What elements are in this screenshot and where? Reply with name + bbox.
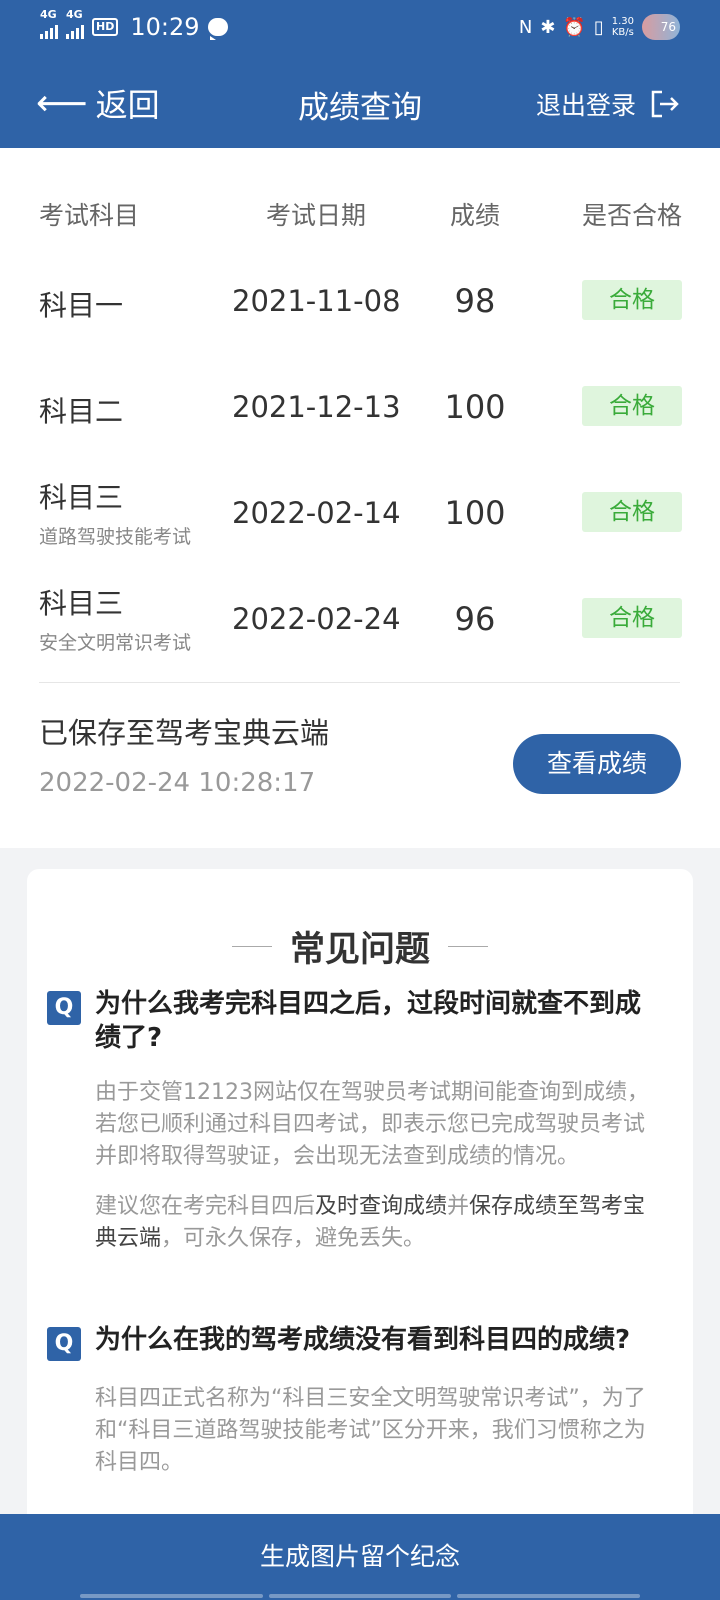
- row-subject: 科目一: [39, 289, 124, 322]
- logout-button[interactable]: 退出登录: [536, 86, 680, 122]
- signal-sim1-icon: 4G: [40, 9, 58, 45]
- signal-sim2-icon: 4G: [66, 9, 84, 45]
- status-badge: 合格: [582, 492, 682, 532]
- faq-answer: 由于交管12123网站仅在驾驶员考试期间能查询到成绩，若您已顺利通过科目四考试，…: [95, 1080, 649, 1169]
- saved-time: 2022-02-24 10:28:17: [39, 768, 316, 798]
- header-pass: 是否合格: [581, 201, 682, 230]
- row-date: 2021-12-13: [232, 390, 401, 424]
- logout-label: 退出登录: [535, 91, 636, 120]
- nav-bar: ⟵ 返回 成绩查询 退出登录: [0, 54, 720, 148]
- faq-question: 为什么我考完科目四之后，过段时间就查不到成绩了?: [95, 989, 642, 1053]
- answer-part: 并: [447, 1194, 470, 1219]
- status-right: N ✱ ⏰ ▯ 1.30 KB/s 76: [519, 14, 680, 40]
- generate-image-label: 生成图片留个纪念: [259, 1542, 460, 1571]
- sim1-label: 4G: [40, 8, 57, 21]
- faq-title: 常见问题: [289, 930, 430, 970]
- back-arrow-icon: ⟵: [36, 82, 88, 124]
- logout-icon: [650, 89, 680, 119]
- answer-part: 建议您在考完科目四后: [95, 1194, 316, 1219]
- faq-card: 常见问题 Q 为什么我考完科目四之后，过段时间就查不到成绩了? 由于交管1212…: [27, 869, 693, 1529]
- table-row: 科目三 安全文明常识考试 2022-02-24 96 合格: [0, 582, 720, 672]
- alarm-icon: ⏰: [563, 16, 586, 38]
- status-left: 4G 4G HD 10:29: [40, 9, 228, 45]
- nfc-icon: N: [518, 16, 533, 38]
- row-score: 100: [444, 388, 506, 426]
- question-icon: Q: [47, 1327, 81, 1361]
- faq-heading: 常见问题: [27, 921, 693, 972]
- faq-line-left: [231, 946, 272, 947]
- row-score: 96: [454, 600, 496, 638]
- table-row: 科目二 2021-12-13 100 合格: [0, 386, 720, 480]
- row-score: 98: [454, 282, 496, 320]
- hd-voice-icon: HD: [92, 18, 119, 36]
- status-bar: 4G 4G HD 10:29 N ✱ ⏰ ▯ 1.30 KB/s 76: [0, 0, 720, 54]
- row-subject-sub: 道路驾驶技能考试: [39, 526, 192, 548]
- bluetooth-icon: ✱: [540, 16, 556, 38]
- table-row: 科目一 2021-11-08 98 合格: [0, 280, 720, 374]
- faq-line-right: [448, 946, 488, 947]
- vibrate-icon: ▯: [593, 16, 604, 38]
- answer-part: ，可永久保存，避免丢失。: [161, 1226, 426, 1251]
- faq-answer: 科目四正式名称为“科目三安全文明驾驶常识考试”，为了和“科目三道路驾驶技能考试”…: [95, 1386, 646, 1475]
- view-scores-button[interactable]: 查看成绩: [513, 734, 681, 794]
- answer-highlight: 及时查询成绩: [315, 1194, 448, 1219]
- faq-item: Q 为什么在我的驾考成绩没有看到科目四的成绩? 科目四正式名称为“科目三安全文明…: [47, 1323, 687, 1479]
- header-subject: 考试科目: [39, 201, 140, 230]
- row-score: 100: [444, 494, 506, 532]
- battery-icon: 76: [642, 14, 680, 40]
- home-indicator: [80, 1594, 641, 1598]
- net-speed-unit: KB/s: [611, 27, 634, 38]
- net-speed-value: 1.30: [611, 16, 634, 27]
- row-date: 2021-11-08: [232, 284, 401, 318]
- faq-answer: 建议您在考完科目四后及时查询成绩并保存成绩至驾考宝典云端，可永久保存，避免丢失。: [95, 1191, 661, 1255]
- message-icon: [207, 18, 228, 40]
- sim2-label: 4G: [66, 8, 83, 21]
- clock: 10:29: [130, 13, 200, 41]
- row-subject: 科目三: [39, 587, 124, 620]
- status-badge: 合格: [582, 598, 682, 638]
- divider: [39, 682, 680, 683]
- header-date: 考试日期: [266, 201, 367, 230]
- row-subject-sub: 安全文明常识考试: [39, 632, 192, 654]
- back-label: 返回: [95, 86, 160, 124]
- row-subject: 科目二: [39, 395, 124, 428]
- question-icon: Q: [47, 991, 81, 1025]
- row-date: 2022-02-14: [232, 496, 401, 530]
- status-badge: 合格: [582, 386, 682, 426]
- generate-image-button[interactable]: 生成图片留个纪念: [0, 1514, 720, 1600]
- row-subject: 科目三: [39, 481, 124, 514]
- row-date: 2022-02-24: [232, 602, 401, 636]
- faq-item: Q 为什么我考完科目四之后，过段时间就查不到成绩了? 由于交管12123网站仅在…: [47, 987, 687, 1255]
- status-badge: 合格: [582, 280, 682, 320]
- header-score: 成绩: [449, 201, 500, 230]
- net-speed: 1.30 KB/s: [612, 16, 634, 38]
- scores-card: 考试科目 考试日期 成绩 是否合格 科目一 2021-11-08 98 合格 科…: [0, 148, 720, 848]
- back-button[interactable]: ⟵ 返回: [36, 80, 160, 126]
- faq-question: 为什么在我的驾考成绩没有看到科目四的成绩?: [95, 1325, 631, 1355]
- table-row: 科目三 道路驾驶技能考试 2022-02-14 100 合格: [0, 476, 720, 566]
- saved-title: 已保存至驾考宝典云端: [39, 716, 330, 750]
